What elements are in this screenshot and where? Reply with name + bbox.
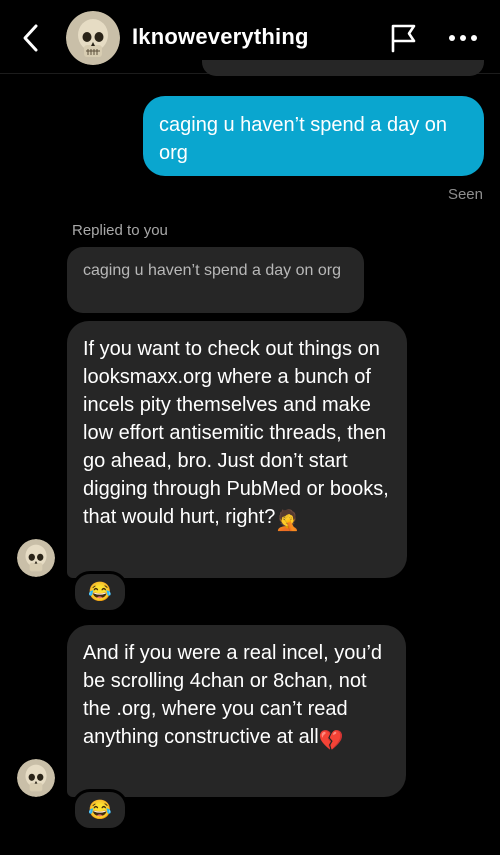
outgoing-message-text: caging u haven’t spend a day on org bbox=[159, 114, 447, 164]
skull-icon bbox=[17, 759, 55, 797]
laughing-emoji: 😂 bbox=[88, 582, 112, 603]
incoming-message[interactable]: If you want to check out things on looks… bbox=[67, 321, 407, 578]
back-arrow-icon[interactable] bbox=[18, 22, 46, 54]
broken-heart-emoji: 💔 bbox=[318, 730, 344, 752]
avatar[interactable] bbox=[66, 11, 120, 65]
face-palm-emoji: 🤦 bbox=[275, 510, 301, 532]
outgoing-message[interactable]: caging u haven’t spend a day on org bbox=[143, 96, 484, 176]
avatar[interactable] bbox=[17, 539, 55, 577]
quoted-message-text: caging u haven’t spend a day on org bbox=[83, 262, 341, 279]
seen-status: Seen bbox=[447, 186, 483, 203]
laughing-emoji: 😂 bbox=[88, 800, 112, 821]
flag-icon[interactable] bbox=[388, 22, 420, 54]
skull-icon bbox=[17, 539, 55, 577]
more-options-icon[interactable] bbox=[446, 24, 480, 52]
reaction-badge[interactable]: 😂 bbox=[72, 789, 128, 831]
quoted-message[interactable]: caging u haven’t spend a day on org bbox=[67, 247, 364, 313]
incoming-message-text: If you want to check out things on looks… bbox=[83, 338, 389, 528]
previous-message-bubble bbox=[202, 60, 484, 76]
avatar[interactable] bbox=[17, 759, 55, 797]
username[interactable]: Iknoweverything bbox=[132, 24, 309, 50]
replied-label: Replied to you bbox=[72, 222, 168, 239]
incoming-message[interactable]: And if you were a real incel, you’d be s… bbox=[67, 625, 406, 797]
skull-icon bbox=[66, 11, 120, 65]
reaction-badge[interactable]: 😂 bbox=[72, 571, 128, 613]
